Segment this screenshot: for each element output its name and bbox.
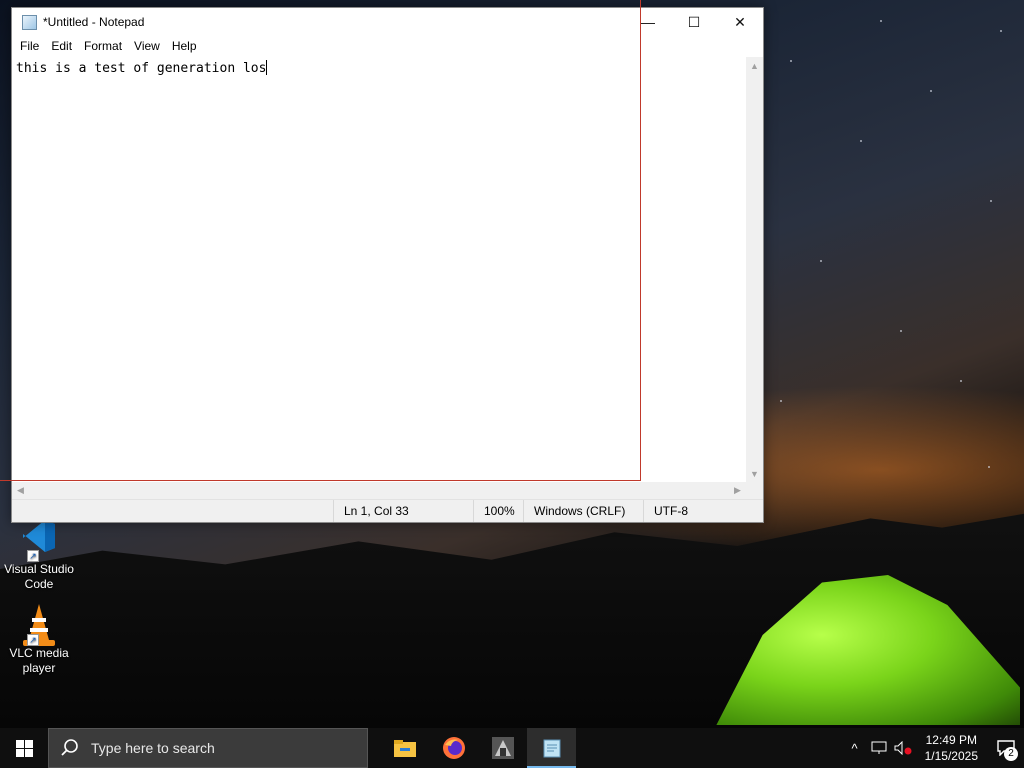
notepad-icon [22,14,37,30]
taskbar-app[interactable] [478,728,527,768]
menu-view[interactable]: View [128,37,166,56]
status-line-ending: Windows (CRLF) [523,500,643,522]
vertical-scrollbar[interactable]: ▲ ▼ [746,57,763,482]
file-explorer-icon [393,740,416,757]
notification-center-button[interactable]: 2 [988,728,1024,768]
notepad-window: *Untitled - Notepad — ☐ ✕ File Edit Form… [11,7,764,523]
system-clock[interactable]: 12:49 PM 1/15/2025 [915,732,988,764]
clock-date: 1/15/2025 [924,749,978,763]
status-encoding: UTF-8 [643,500,763,522]
desktop-icon-vlc[interactable]: ↗ VLC media player [0,602,78,676]
menu-edit[interactable]: Edit [45,37,78,56]
taskbar-file-explorer[interactable] [380,728,429,768]
search-icon [61,739,78,756]
scroll-up-icon[interactable]: ▲ [746,57,763,74]
search-placeholder: Type here to search [91,740,215,756]
notification-count-badge: 2 [1004,747,1018,761]
app-icon [491,737,514,759]
desktop-icon-label: VLC media player [9,646,69,675]
search-input[interactable]: Type here to search [48,728,368,768]
window-title: *Untitled - Notepad [43,15,145,29]
scroll-left-icon[interactable]: ◀ [12,482,29,499]
menu-help[interactable]: Help [166,37,203,56]
maximize-button[interactable]: ☐ [671,8,717,36]
vlc-icon: ↗ [15,602,63,646]
vscode-icon: ↗ [15,518,63,562]
title-bar[interactable]: *Untitled - Notepad — ☐ ✕ [12,8,763,36]
desktop-icon-vscode[interactable]: ↗ Visual Studio Code [0,518,78,592]
windows-icon [15,739,33,757]
taskbar: Type here to search ^ 12:49 PM 1/15/2025… [0,728,1024,768]
status-zoom: 100% [473,500,523,522]
horizontal-scrollbar[interactable]: ◀ ▶ [12,482,746,499]
notepad-icon [543,739,560,758]
menu-format[interactable]: Format [78,37,128,56]
volume-muted-icon[interactable] [891,728,915,768]
text-editor[interactable]: this is a test of generation los [12,57,746,482]
editor-content: this is a test of generation los [16,61,267,76]
status-position: Ln 1, Col 33 [333,500,473,522]
status-bar: Ln 1, Col 33 100% Windows (CRLF) UTF-8 [12,499,763,522]
text-caret [266,60,268,75]
network-icon[interactable] [867,728,891,768]
menu-file[interactable]: File [14,37,45,56]
taskbar-notepad[interactable] [527,728,576,768]
desktop-icon-label: Visual Studio Code [4,562,74,591]
scroll-down-icon[interactable]: ▼ [746,465,763,482]
taskbar-firefox[interactable] [429,728,478,768]
close-button[interactable]: ✕ [717,8,763,36]
scroll-right-icon[interactable]: ▶ [729,482,746,499]
menu-bar: File Edit Format View Help [12,36,763,57]
firefox-icon [442,737,465,759]
minimize-button[interactable]: — [625,8,671,36]
clock-time: 12:49 PM [925,733,977,747]
scroll-corner [746,482,763,499]
start-button[interactable] [0,728,48,768]
show-hidden-icons-icon[interactable]: ^ [843,728,867,768]
